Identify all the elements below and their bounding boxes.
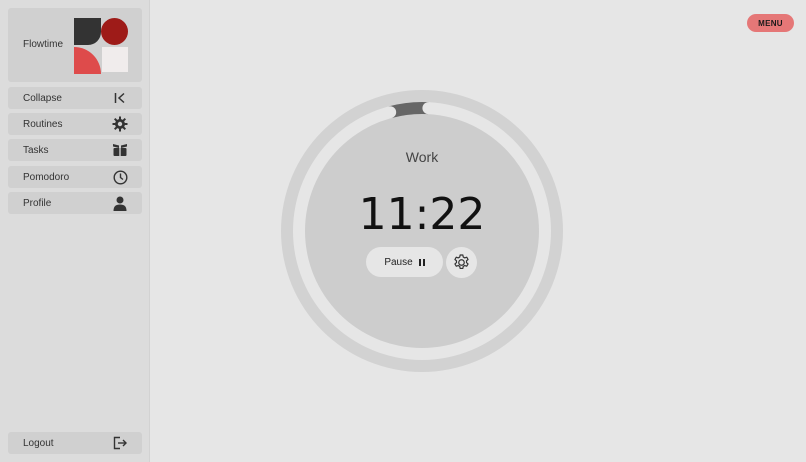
sidebar: Flowtime Collapse Routines Tasks Pomodor… <box>0 0 150 462</box>
sidebar-item-pomodoro[interactable]: Pomodoro <box>8 166 142 188</box>
timer-mode-label: Work <box>405 149 439 165</box>
sidebar-item-label: Tasks <box>23 144 49 156</box>
app-name: Flowtime <box>23 39 64 50</box>
pause-label: Pause <box>384 256 413 268</box>
flowtime-logo <box>74 18 128 74</box>
timer-display: 11:22 <box>358 189 486 240</box>
boxes-icon <box>112 142 128 158</box>
brand-card: Flowtime <box>8 8 142 82</box>
pause-button[interactable]: Pause <box>366 247 443 277</box>
sidebar-item-label: Collapse <box>23 92 62 104</box>
sidebar-item-profile[interactable]: Profile <box>8 192 142 214</box>
menu-button[interactable]: MENU <box>747 14 794 32</box>
progress-cap-end <box>422 102 435 115</box>
pause-icon <box>418 258 425 266</box>
timer-settings-button[interactable] <box>446 247 477 278</box>
logout-icon <box>112 435 128 451</box>
logout-label: Logout <box>23 437 54 449</box>
sidebar-item-label: Pomodoro <box>23 171 70 183</box>
progress-cap-start <box>384 106 397 119</box>
gear-icon <box>454 254 469 270</box>
sidebar-item-label: Routines <box>23 118 63 130</box>
sidebar-item-tasks[interactable]: Tasks <box>8 139 142 161</box>
collapse-icon <box>112 90 128 106</box>
user-icon <box>112 195 128 211</box>
sidebar-item-collapse[interactable]: Collapse <box>8 87 142 109</box>
clock-icon <box>112 169 128 185</box>
sidebar-item-label: Profile <box>23 197 52 209</box>
gear-icon <box>112 116 128 132</box>
logout-button[interactable]: Logout <box>8 432 142 454</box>
sidebar-item-routines[interactable]: Routines <box>8 113 142 135</box>
